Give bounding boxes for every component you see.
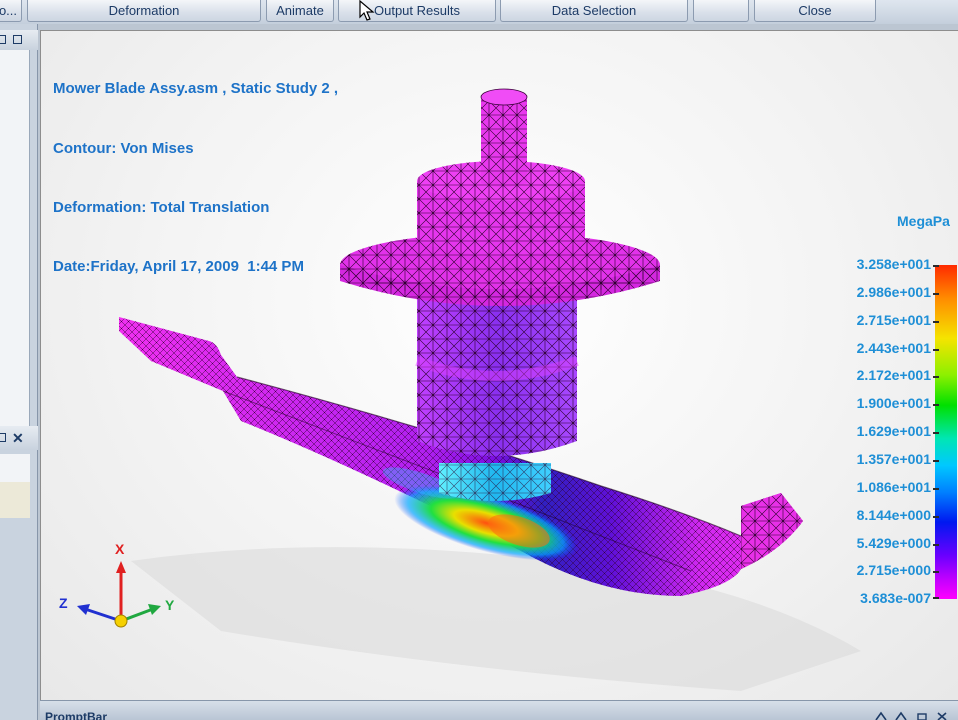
legend-value: 1.357e+001 [856, 451, 931, 467]
maximize-icon[interactable] [13, 35, 22, 44]
lower-collar[interactable] [439, 463, 551, 501]
scale-tick [933, 597, 939, 599]
x-axis-label: X [115, 541, 125, 557]
results-toolbar: o... Deformation Animate Output Results … [0, 0, 958, 24]
scale-tick [933, 571, 939, 573]
truncated-button-label: o... [0, 3, 18, 18]
restore-icon[interactable] [0, 433, 6, 442]
application-window: o... Deformation Animate Output Results … [0, 0, 958, 720]
spindle-housing[interactable] [415, 289, 579, 456]
close-label: Close [798, 3, 832, 18]
legend-unit: MegaPa [897, 213, 950, 229]
scale-tick [933, 293, 939, 295]
scale-tick [933, 376, 939, 378]
legend-value: 2.715e+000 [856, 562, 931, 578]
graphics-viewport[interactable]: Mower Blade Assy.asm , Static Study 2 , … [40, 30, 958, 700]
scale-tick [933, 544, 939, 546]
prompt-bar: PromptBar [40, 700, 958, 720]
scale-tick [933, 516, 939, 518]
mouse-cursor-icon [359, 0, 375, 21]
drive-shaft[interactable] [480, 88, 528, 187]
properties-pane-shaded [0, 482, 30, 518]
scale-tick [933, 432, 939, 434]
scale-tick [933, 349, 939, 351]
close-button[interactable]: Close [754, 0, 876, 22]
scale-tick [933, 460, 939, 462]
legend-value: 1.086e+001 [856, 479, 931, 495]
prompt-bar-label: PromptBar [45, 710, 108, 720]
model-tree-pane[interactable] [0, 50, 30, 426]
data-selection-label: Data Selection [551, 3, 637, 18]
legend-value: 3.258e+001 [856, 256, 931, 272]
legend-value: 1.629e+001 [856, 423, 931, 439]
blank-toolbar-button[interactable] [693, 0, 749, 22]
legend-value: 2.172e+001 [856, 367, 931, 383]
legend-value: 3.683e-007 [860, 590, 931, 606]
restore-icon[interactable] [0, 35, 6, 44]
scale-tick [933, 488, 939, 490]
legend-value: 5.429e+000 [856, 535, 931, 551]
truncated-toolbar-button[interactable]: o... [0, 0, 22, 22]
legend-value: 1.900e+001 [856, 395, 931, 411]
animate-label: Animate [276, 3, 324, 18]
data-selection-button[interactable]: Data Selection [500, 0, 688, 22]
scale-tick [933, 265, 939, 267]
prompt-bar-controls-icon[interactable] [874, 711, 954, 720]
legend-value: 2.715e+001 [856, 312, 931, 328]
close-icon[interactable]: ✕ [12, 431, 24, 445]
left-panel: ✕ [0, 24, 38, 720]
z-axis-label: Z [59, 595, 68, 611]
animate-button[interactable]: Animate [266, 0, 334, 22]
floor-shadow [131, 547, 861, 691]
scale-tick [933, 321, 939, 323]
scale-tick [933, 404, 939, 406]
legend-value: 2.443e+001 [856, 340, 931, 356]
y-axis-label: Y [165, 597, 175, 613]
output-results-label: Output Results [374, 3, 460, 18]
legend-value: 2.986e+001 [856, 284, 931, 300]
deformation-label: Deformation [108, 3, 180, 18]
legend-value: 8.144e+000 [856, 507, 931, 523]
deformation-button[interactable]: Deformation [27, 0, 261, 22]
